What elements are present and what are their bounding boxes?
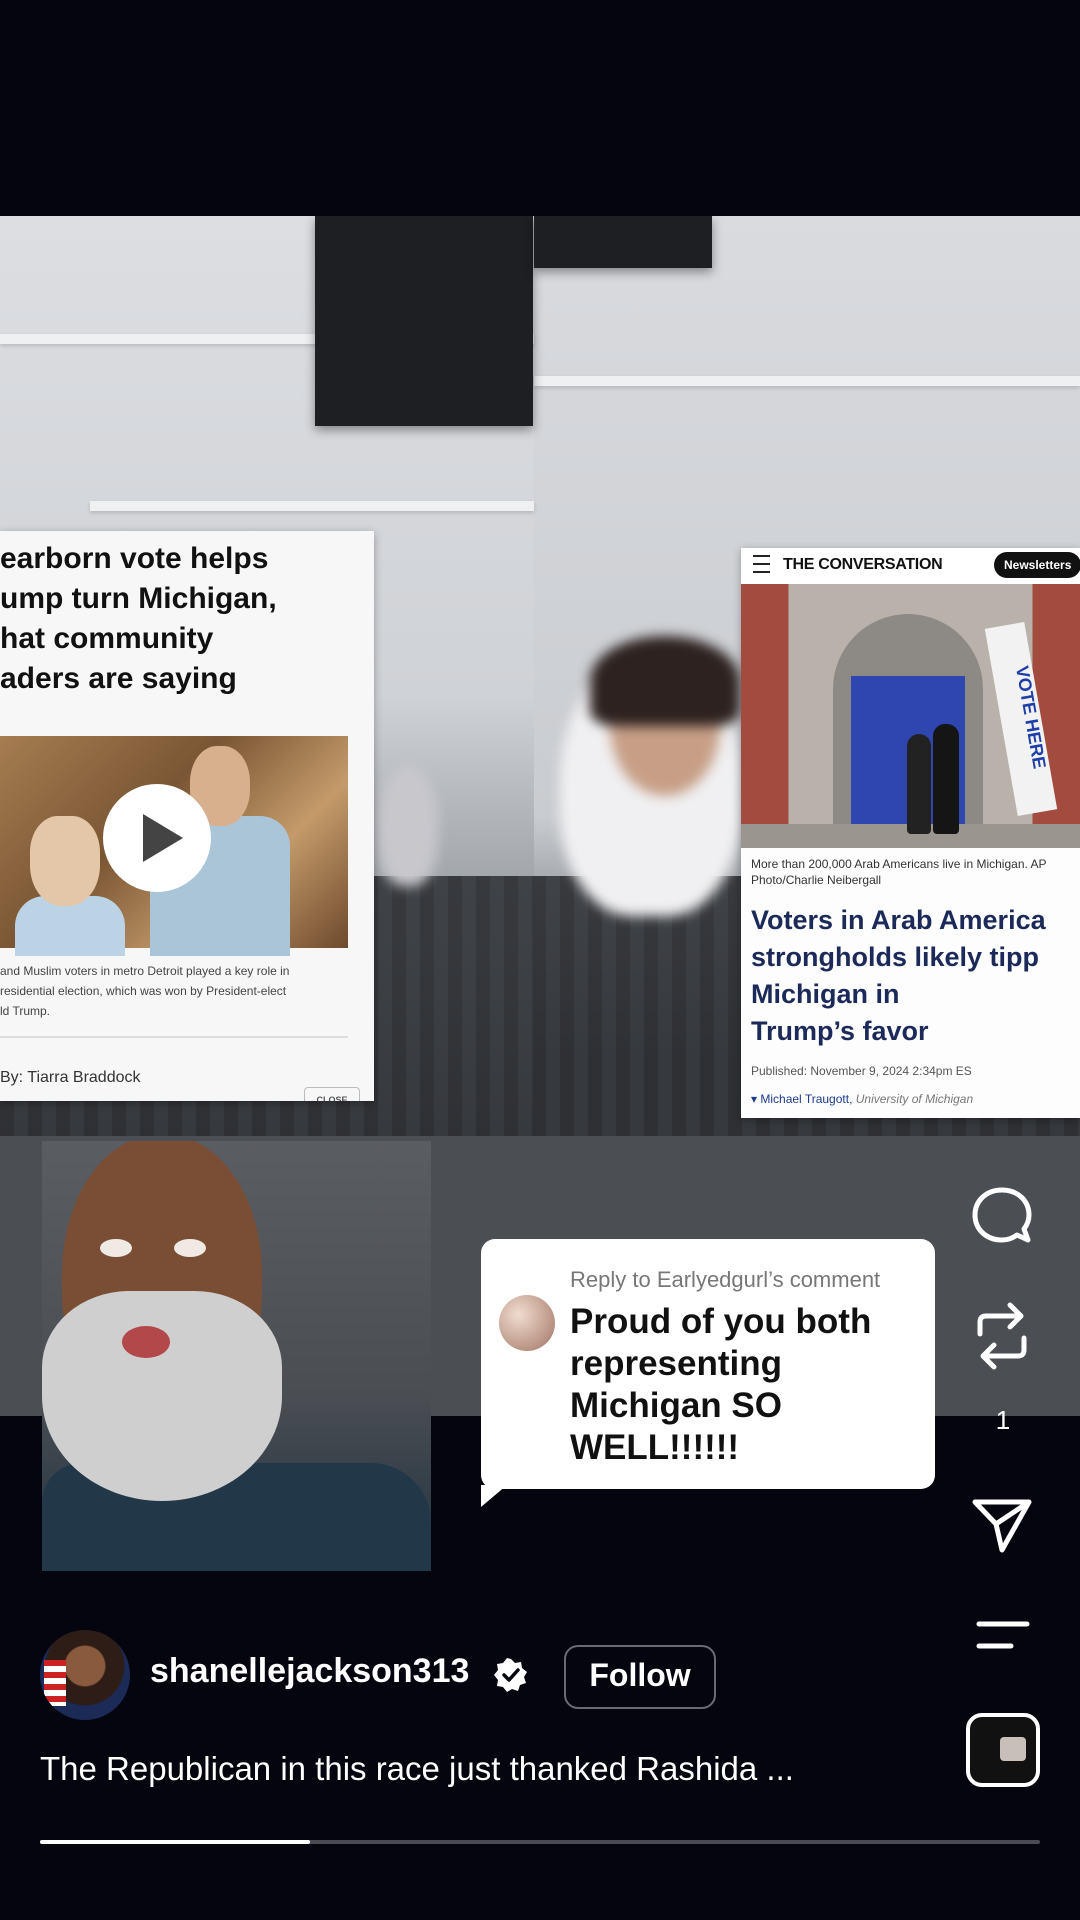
article-brand: THE CONVERSATION — [783, 556, 943, 573]
article-byline: By: Tiarra Braddock — [0, 1069, 141, 1086]
creator-avatar[interactable] — [40, 1630, 130, 1720]
article-topbar: THE CONVERSATION Newsletters — [741, 548, 1080, 584]
creator-video-cutout — [42, 1141, 431, 1571]
progress-fill — [40, 1840, 310, 1844]
article-card-left: earborn vote helps ump turn Michigan, ha… — [0, 531, 374, 1101]
thumb-face-1 — [30, 816, 100, 906]
follow-button[interactable]: Follow — [564, 1645, 716, 1709]
article-card-right: THE CONVERSATION Newsletters VOTE HERE M… — [741, 548, 1080, 1118]
photo-person-1 — [907, 734, 931, 834]
photo-person-2 — [933, 724, 959, 834]
flag-graphic — [44, 1660, 66, 1706]
article-video-thumbnail — [0, 736, 348, 956]
ceiling-tv — [315, 216, 533, 426]
article-headline-left: earborn vote helps ump turn Michigan, ha… — [0, 542, 277, 695]
verified-badge-icon — [494, 1658, 527, 1692]
reply-text: Proud of you both representing Michigan … — [570, 1302, 872, 1467]
repost-icon[interactable] — [970, 1300, 1034, 1372]
dropdown-icon: ▾ — [751, 1092, 761, 1106]
status-bar-area — [0, 0, 1080, 216]
reply-comment-bubble[interactable]: Reply to Earlyedgurl’s comment Proud of … — [481, 1239, 935, 1507]
article-photo: VOTE HERE — [741, 584, 1080, 848]
creator-beard — [42, 1291, 282, 1501]
newsletters-pill: Newsletters — [994, 552, 1080, 578]
creator-eye-right — [174, 1239, 206, 1257]
share-icon[interactable] — [970, 1492, 1034, 1556]
repost-count: 1 — [995, 1405, 1011, 1435]
video-progress-bar[interactable] — [40, 1840, 1040, 1844]
more-icon[interactable] — [976, 1618, 1030, 1652]
comment-icon[interactable] — [970, 1184, 1034, 1248]
creator-eye-left — [100, 1239, 132, 1257]
article-published: Published: November 9, 2024 2:34pm ES — [751, 1064, 972, 1078]
article-author: ▾ Michael Traugott, University of Michig… — [751, 1092, 974, 1106]
article-headline-right: Voters in Arab America strongholds likel… — [751, 905, 1046, 1046]
article-caption-left: and Muslim voters in metro Detroit playe… — [0, 964, 290, 1018]
background-figure — [378, 766, 438, 886]
vote-here-banner: VOTE HERE — [984, 621, 1058, 817]
hamburger-icon — [753, 555, 770, 573]
article-close-label: CLOSE — [304, 1087, 360, 1101]
ceiling-molding-right — [534, 376, 1080, 386]
article-photo-caption: More than 200,000 Arab Americans live in… — [751, 857, 1047, 887]
username[interactable]: shanellejackson313 — [150, 1652, 469, 1691]
audio-thumbnail[interactable] — [966, 1713, 1040, 1787]
audio-thumb-image — [1000, 1737, 1026, 1761]
post-caption[interactable]: The Republican in this race just thanked… — [40, 1750, 940, 1788]
commenter-avatar — [499, 1295, 555, 1351]
divider — [0, 1036, 348, 1038]
author-name: Michael Traugott — [760, 1092, 850, 1106]
creator-mouth — [122, 1326, 170, 1358]
ceiling-tv-right — [534, 216, 712, 268]
reply-meta: Reply to Earlyedgurl’s comment — [570, 1267, 881, 1292]
author-affiliation: University of Michigan — [855, 1092, 974, 1106]
wall-molding — [90, 501, 534, 511]
speaker-hair — [590, 636, 740, 726]
play-icon — [103, 784, 211, 892]
